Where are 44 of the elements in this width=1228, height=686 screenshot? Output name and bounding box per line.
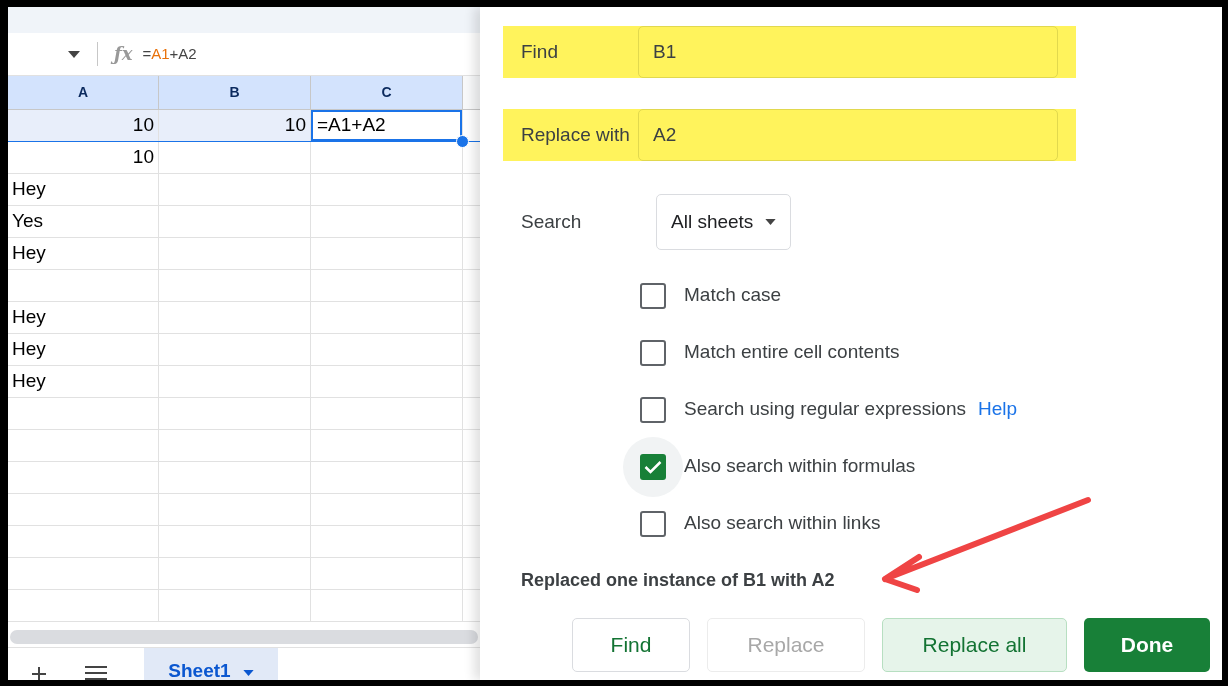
column-header[interactable]: B	[159, 76, 311, 109]
column-header[interactable]: A	[8, 76, 159, 109]
help-link[interactable]: Help	[978, 395, 1018, 424]
table-cell[interactable]: Hey	[8, 302, 158, 333]
table-cell[interactable]: 10	[159, 110, 310, 141]
table-cell[interactable]: 10	[8, 142, 158, 173]
text-input[interactable]: B1	[638, 26, 1058, 78]
option-label: Match case	[684, 283, 782, 308]
table-cell[interactable]: =A1+A2	[311, 110, 462, 141]
add-icon[interactable]	[31, 666, 47, 680]
check-icon	[644, 459, 662, 474]
checkbox[interactable]	[640, 396, 666, 423]
dialog-button[interactable]: Done	[1084, 618, 1210, 672]
option-label: Also search within links	[684, 511, 881, 536]
fill-handle[interactable]	[456, 135, 469, 148]
column-header[interactable]: C	[311, 76, 463, 109]
sheet-tab[interactable]: Sheet1	[144, 648, 278, 680]
formula-input[interactable]: =A1+A2	[142, 42, 197, 66]
dropdown[interactable]: All sheets	[656, 194, 792, 250]
caret-icon	[765, 219, 777, 225]
option-label: Search using regular expressions	[684, 397, 966, 422]
checkbox[interactable]	[640, 453, 666, 480]
menu-icon[interactable]	[85, 666, 107, 680]
caret-icon[interactable]	[68, 50, 80, 58]
checkbox[interactable]	[640, 339, 666, 366]
dialog-button[interactable]: Replace all	[882, 618, 1067, 672]
field-label: Search	[521, 209, 583, 234]
field-label: Find	[520, 39, 559, 64]
horizontal-scrollbar[interactable]	[10, 630, 478, 644]
table-cell[interactable]: Hey	[8, 238, 158, 269]
option-label: Also search within formulas	[684, 454, 916, 479]
table-cell[interactable]: Hey	[8, 366, 158, 397]
option-label: Match entire cell contents	[684, 340, 900, 365]
text-input[interactable]: A2	[638, 109, 1058, 161]
checkbox[interactable]	[640, 282, 666, 309]
checkbox[interactable]	[640, 510, 666, 537]
table-cell[interactable]: Hey	[8, 334, 158, 365]
table-cell[interactable]: Yes	[8, 206, 158, 237]
caret-icon	[242, 670, 254, 676]
field-label: Replace with	[520, 122, 631, 147]
status-message: Replaced one instance of B1 with A2	[521, 569, 836, 592]
dialog-button[interactable]: Find	[572, 618, 690, 672]
table-cell[interactable]: Hey	[8, 174, 158, 205]
table-cell[interactable]: 10	[8, 110, 158, 141]
